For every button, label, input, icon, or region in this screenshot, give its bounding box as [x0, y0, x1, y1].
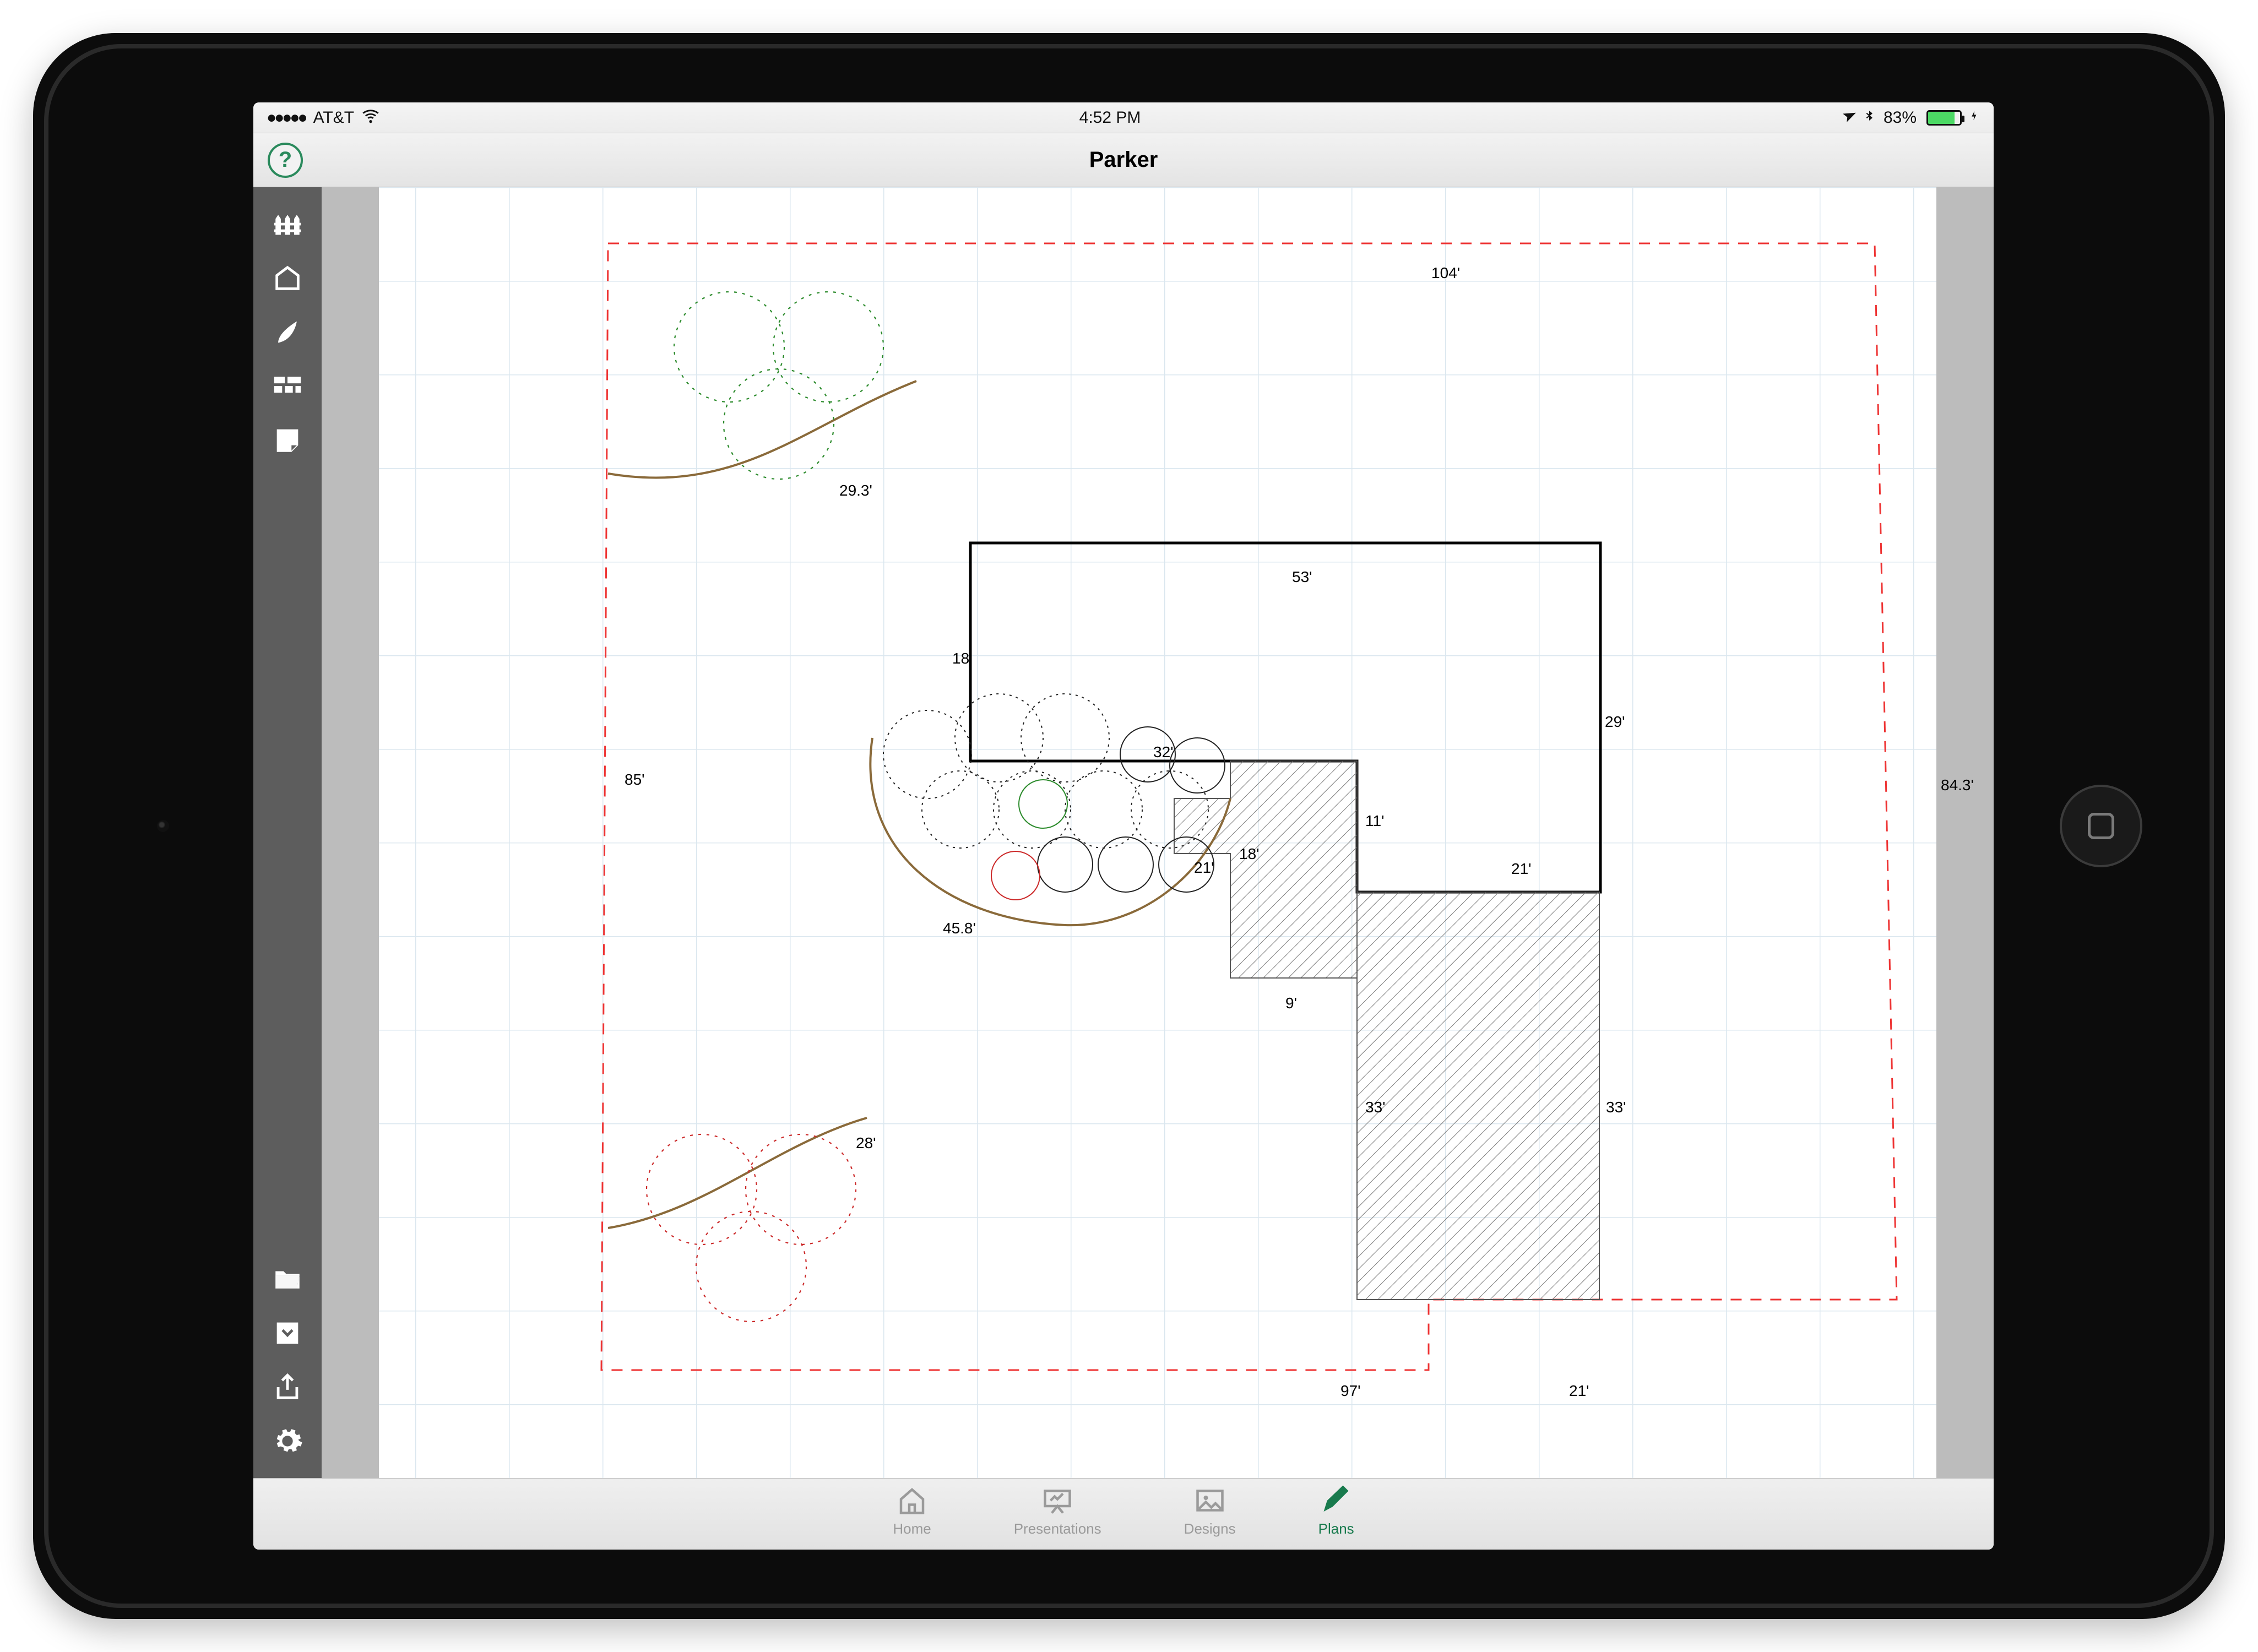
m-house-left: 18' [952, 650, 973, 667]
m-curve-bl: 28' [856, 1134, 876, 1152]
m-boundary-left: 85' [625, 771, 645, 789]
m-house-step-v: 11' [1365, 812, 1384, 830]
m-porch-right: 21' [1194, 859, 1214, 877]
m-house-inner-left: 18' [1239, 845, 1260, 863]
open-icon[interactable] [268, 1260, 307, 1298]
tab-plans-label: Plans [1318, 1520, 1354, 1537]
clock: 4:52 PM [379, 108, 1841, 127]
share-icon[interactable] [268, 1368, 307, 1406]
m-hard-h: 21' [1511, 860, 1532, 878]
tab-designs-label: Designs [1184, 1520, 1236, 1537]
location-icon [1838, 106, 1858, 129]
m-boundary-top: 104' [1431, 264, 1460, 282]
help-button[interactable]: ? [268, 143, 303, 178]
document-title: Parker [1089, 148, 1158, 172]
m-hard-lv: 33' [1365, 1099, 1386, 1116]
status-bar: ●●●●● AT&T 4:52 PM 83% [253, 102, 1994, 133]
left-toolbar [253, 187, 322, 1478]
structure-tool-icon[interactable] [268, 259, 307, 297]
tab-plans[interactable]: Plans [1318, 1484, 1354, 1537]
screen: ●●●●● AT&T 4:52 PM 83% [253, 102, 1994, 1550]
m-hard-rv: 33' [1606, 1099, 1626, 1116]
m-house-top: 53' [1292, 568, 1312, 586]
tab-presentations[interactable]: Presentations [1014, 1484, 1101, 1537]
m-curve-tl: 29.3' [839, 482, 872, 499]
fence-tool-icon[interactable] [268, 205, 307, 243]
m-boundary-right: 84.3' [1941, 776, 1974, 794]
settings-icon[interactable] [268, 1422, 307, 1460]
home-button[interactable] [2060, 785, 2142, 867]
wifi-icon [362, 107, 379, 128]
m-boundary-bottom-left: 97' [1340, 1382, 1361, 1400]
bottom-tab-bar: Home Presentations Designs Plans [253, 1478, 1994, 1550]
tab-presentations-label: Presentations [1014, 1520, 1101, 1537]
m-house-step-h: 32' [1153, 743, 1174, 761]
tab-designs[interactable]: Designs [1184, 1484, 1236, 1537]
download-icon[interactable] [268, 1314, 307, 1352]
tab-home[interactable]: Home [893, 1484, 931, 1537]
workspace: 104' 84.3' 85' 97' 21' 29.3' 28' 45.8' 5… [253, 187, 1994, 1478]
plan-drawing [322, 187, 1994, 1478]
plant-tool-icon[interactable] [268, 313, 307, 351]
battery-pct: 83% [1884, 108, 1917, 127]
hardscape-tool-icon[interactable] [268, 367, 307, 405]
bluetooth-icon [1863, 108, 1876, 127]
tab-home-label: Home [893, 1520, 931, 1537]
charging-icon [1969, 108, 1980, 128]
m-porch-below: 9' [1285, 995, 1297, 1012]
camera [157, 820, 169, 832]
battery-icon [1926, 110, 1962, 126]
m-house-right: 29' [1605, 713, 1625, 731]
title-bar: ? Parker [253, 133, 1994, 187]
carrier-label: AT&T [313, 108, 354, 127]
ipad-frame: ●●●●● AT&T 4:52 PM 83% [33, 33, 2225, 1619]
plan-canvas[interactable]: 104' 84.3' 85' 97' 21' 29.3' 28' 45.8' 5… [322, 187, 1994, 1478]
note-tool-icon[interactable] [268, 421, 307, 459]
m-curve-center: 45.8' [943, 920, 976, 937]
m-boundary-bottom-right: 21' [1569, 1382, 1589, 1400]
signal-icon: ●●●●● [267, 108, 306, 127]
